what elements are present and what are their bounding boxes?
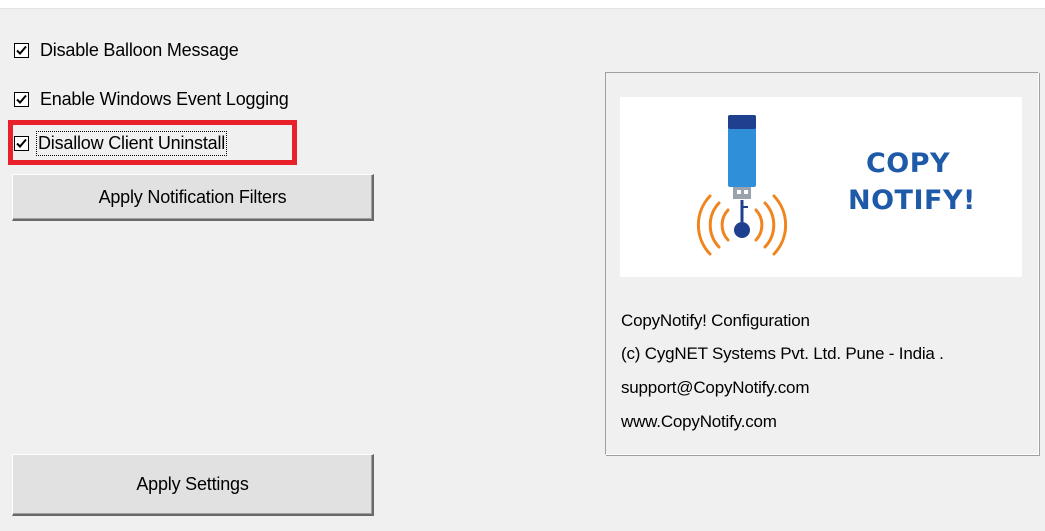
- product-name: CopyNotify! Configuration: [621, 311, 810, 330]
- copynotify-logo: COPY NOTIFY!: [620, 97, 1022, 277]
- website-url: www.CopyNotify.com: [621, 412, 777, 431]
- highlight-box: [8, 120, 297, 165]
- disable-balloon-checkbox[interactable]: Disable Balloon Message: [14, 37, 239, 63]
- support-email: support@CopyNotify.com: [621, 378, 810, 397]
- checkbox-label: Disable Balloon Message: [40, 39, 239, 60]
- apply-settings-button[interactable]: Apply Settings: [12, 454, 374, 516]
- checkbox-checked-icon[interactable]: [14, 42, 29, 58]
- about-panel: COPY NOTIFY! CopyNotify! Configuration (…: [605, 72, 1039, 455]
- top-separator: [0, 0, 1045, 9]
- logo-line-1: COPY: [865, 148, 951, 179]
- logo-line-2: NOTIFY!: [848, 185, 976, 216]
- apply-notification-filters-button[interactable]: Apply Notification Filters: [12, 174, 374, 221]
- checkbox-label: Enable Windows Event Logging: [40, 88, 289, 109]
- checkbox-checked-icon[interactable]: [14, 91, 29, 107]
- enable-event-logging-checkbox[interactable]: Enable Windows Event Logging: [14, 86, 289, 112]
- logo-wordmark: COPY NOTIFY!: [848, 145, 976, 219]
- copyright-text: (c) CygNET Systems Pvt. Ltd. Pune - Indi…: [621, 344, 944, 363]
